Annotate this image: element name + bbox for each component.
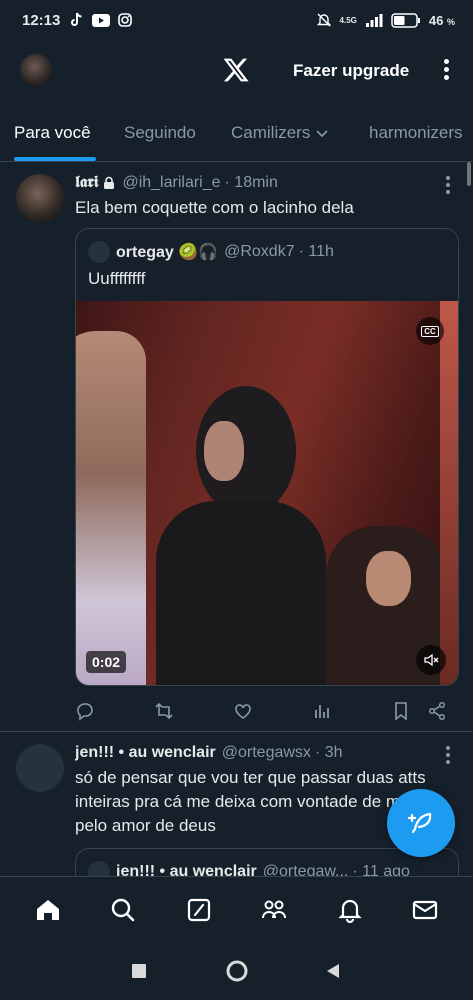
quoted-avatar bbox=[88, 861, 110, 876]
quoted-author-handle: @ortegaw... bbox=[262, 863, 349, 876]
tab-harmonizers[interactable]: harmonizers bbox=[369, 123, 463, 143]
captions-button[interactable]: CC bbox=[416, 317, 444, 345]
chevron-down-icon bbox=[316, 129, 328, 137]
author-name[interactable]: 𝖑𝖆𝖗𝖎 bbox=[75, 174, 98, 192]
network-label: 4.5G bbox=[339, 15, 357, 25]
quoted-avatar bbox=[88, 241, 110, 263]
quoted-tweet-time: · 11 ago bbox=[352, 863, 410, 876]
tweet-header: jen!!! • au wenclair @ortegawsx · 3h bbox=[75, 742, 457, 764]
author-handle[interactable]: @ih_larilari_e bbox=[122, 174, 220, 192]
instagram-icon bbox=[118, 13, 133, 27]
tiktok-icon bbox=[71, 12, 83, 26]
search-icon[interactable] bbox=[109, 896, 137, 924]
profile-avatar[interactable] bbox=[20, 54, 52, 86]
quoted-author-handle: @Roxdk7 bbox=[224, 243, 295, 260]
tweet-avatar[interactable] bbox=[16, 744, 64, 792]
signal-icon bbox=[365, 14, 383, 27]
speaker-muted-icon bbox=[424, 653, 439, 667]
timeline-feed[interactable]: 𝖑𝖆𝖗𝖎 @ih_larilari_e · 18min Ela bem coqu… bbox=[0, 162, 473, 876]
quoted-tweet-text: Uuffffffff bbox=[88, 269, 146, 288]
grok-icon[interactable] bbox=[185, 896, 213, 924]
share-icon[interactable] bbox=[427, 701, 447, 721]
tweet-actions bbox=[75, 688, 447, 734]
tweet-time: · 3h bbox=[314, 744, 343, 761]
quoted-tweet-header: ortegay 🥝🎧 @Roxdk7 · 11h bbox=[76, 229, 458, 263]
tweet-text: Ela bem coquette com o lacinho dela bbox=[75, 198, 354, 217]
retweet-icon[interactable] bbox=[154, 701, 174, 721]
x-logo-icon[interactable] bbox=[222, 56, 250, 84]
quoted-tweet-header: jen!!! • au wenclair @ortegaw... · 11 ag… bbox=[76, 849, 458, 876]
compose-button[interactable] bbox=[387, 789, 455, 857]
video-duration: 0:02 bbox=[86, 651, 127, 673]
quoted-author-name: ortegay 🥝🎧 bbox=[116, 244, 219, 261]
mute-button[interactable] bbox=[416, 645, 446, 675]
video-player[interactable]: CC 0:02 bbox=[76, 301, 458, 685]
views-icon[interactable] bbox=[312, 701, 332, 721]
status-time: 12:13 bbox=[22, 11, 61, 29]
tab-seguindo[interactable]: Seguindo bbox=[124, 123, 196, 143]
tweet-header: 𝖑𝖆𝖗𝖎 @ih_larilari_e · 18min bbox=[75, 172, 457, 194]
quoted-tweet-time: · 11h bbox=[298, 243, 334, 260]
battery-icon bbox=[391, 12, 420, 28]
captions-icon: CC bbox=[421, 325, 439, 337]
upgrade-button[interactable]: Fazer upgrade bbox=[293, 61, 409, 81]
timeline-tabs: Para você Seguindo Camilizers harmonizer… bbox=[0, 110, 473, 162]
tweet-time: · 18min bbox=[224, 174, 278, 191]
tweet-more-icon[interactable] bbox=[443, 176, 453, 197]
recents-icon[interactable] bbox=[131, 963, 147, 979]
youtube-icon bbox=[92, 13, 111, 27]
quoted-author-name: jen!!! • au wenclair bbox=[116, 863, 257, 876]
back-icon[interactable] bbox=[325, 963, 341, 979]
tweet-avatar[interactable] bbox=[16, 174, 64, 222]
tab-camilizers[interactable]: Camilizers bbox=[231, 123, 329, 143]
status-bar: 12:13 4.5G 46 % bbox=[0, 0, 473, 40]
bookmark-icon[interactable] bbox=[391, 701, 411, 721]
home-circle-icon[interactable] bbox=[225, 959, 249, 983]
system-navigation-bar bbox=[0, 942, 473, 1000]
notifications-icon[interactable] bbox=[336, 896, 364, 924]
reply-icon[interactable] bbox=[75, 701, 95, 721]
tweet[interactable]: 𝖑𝖆𝖗𝖎 @ih_larilari_e · 18min Ela bem coqu… bbox=[0, 162, 473, 732]
like-icon[interactable] bbox=[233, 701, 253, 721]
author-name[interactable]: jen!!! • au wenclair bbox=[75, 744, 216, 762]
quoted-tweet[interactable]: ortegay 🥝🎧 @Roxdk7 · 11h Uuffffffff CC 0… bbox=[75, 228, 459, 686]
author-handle[interactable]: @ortegawsx bbox=[222, 744, 311, 762]
home-icon[interactable] bbox=[34, 896, 62, 924]
top-app-bar: Fazer upgrade bbox=[0, 40, 473, 100]
tweet-more-icon[interactable] bbox=[443, 746, 453, 767]
tab-para-voce[interactable]: Para você bbox=[14, 123, 91, 143]
messages-icon[interactable] bbox=[411, 896, 439, 924]
bottom-navigation bbox=[0, 876, 473, 942]
active-tab-indicator bbox=[14, 157, 96, 161]
quoted-tweet[interactable]: jen!!! • au wenclair @ortegaw... · 11 ag… bbox=[75, 848, 459, 876]
compose-feather-icon bbox=[407, 812, 432, 834]
communities-icon[interactable] bbox=[260, 896, 288, 924]
lock-icon bbox=[104, 176, 115, 189]
more-options-icon[interactable] bbox=[436, 56, 456, 84]
battery-percent: 46 % bbox=[428, 12, 455, 28]
bell-muted-icon bbox=[316, 13, 331, 27]
